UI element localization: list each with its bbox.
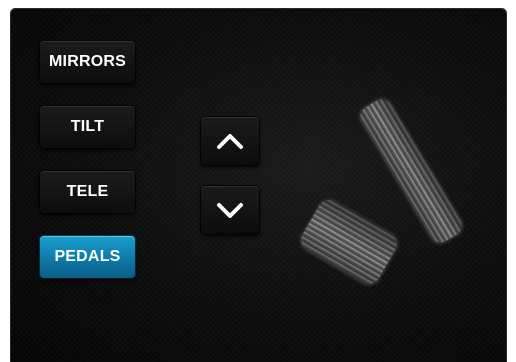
move-down-button[interactable] [201,186,259,234]
pedals-icon [298,96,465,287]
mirrors-button-label: MIRRORS [49,53,126,70]
tele-button[interactable]: TELE [40,171,135,213]
move-up-button[interactable] [201,117,259,165]
pedals-button[interactable]: PEDALS [40,236,135,278]
chevron-down-icon [217,203,243,218]
tele-button-label: TELE [66,183,109,200]
chevron-up-icon [217,134,243,149]
pedals-button-label: PEDALS [54,248,121,265]
tilt-button[interactable]: TILT [40,106,135,148]
mirrors-button[interactable]: MIRRORS [40,41,135,83]
control-screen: MIRRORS TILT TELE PEDALS [11,9,506,362]
tilt-button-label: TILT [70,118,105,135]
